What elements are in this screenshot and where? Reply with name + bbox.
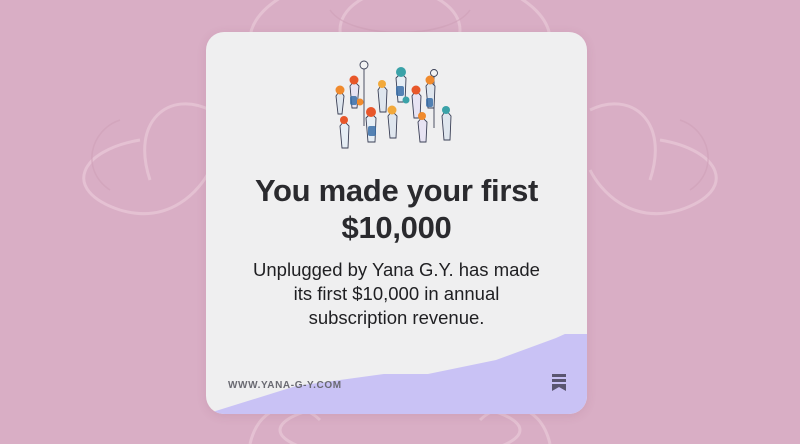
- milestone-headline: You made your first $10,000: [254, 173, 539, 245]
- milestone-description: Unplugged by Yana G.Y. has made its firs…: [253, 259, 540, 328]
- bookmark-icon[interactable]: [552, 374, 566, 391]
- crowd-illustration-icon: [335, 60, 452, 149]
- milestone-card: You made your first $10,000 Unplugged by…: [206, 32, 587, 414]
- site-url[interactable]: WWW.YANA-G-Y.COM: [228, 380, 342, 391]
- accent-wave: [206, 334, 587, 414]
